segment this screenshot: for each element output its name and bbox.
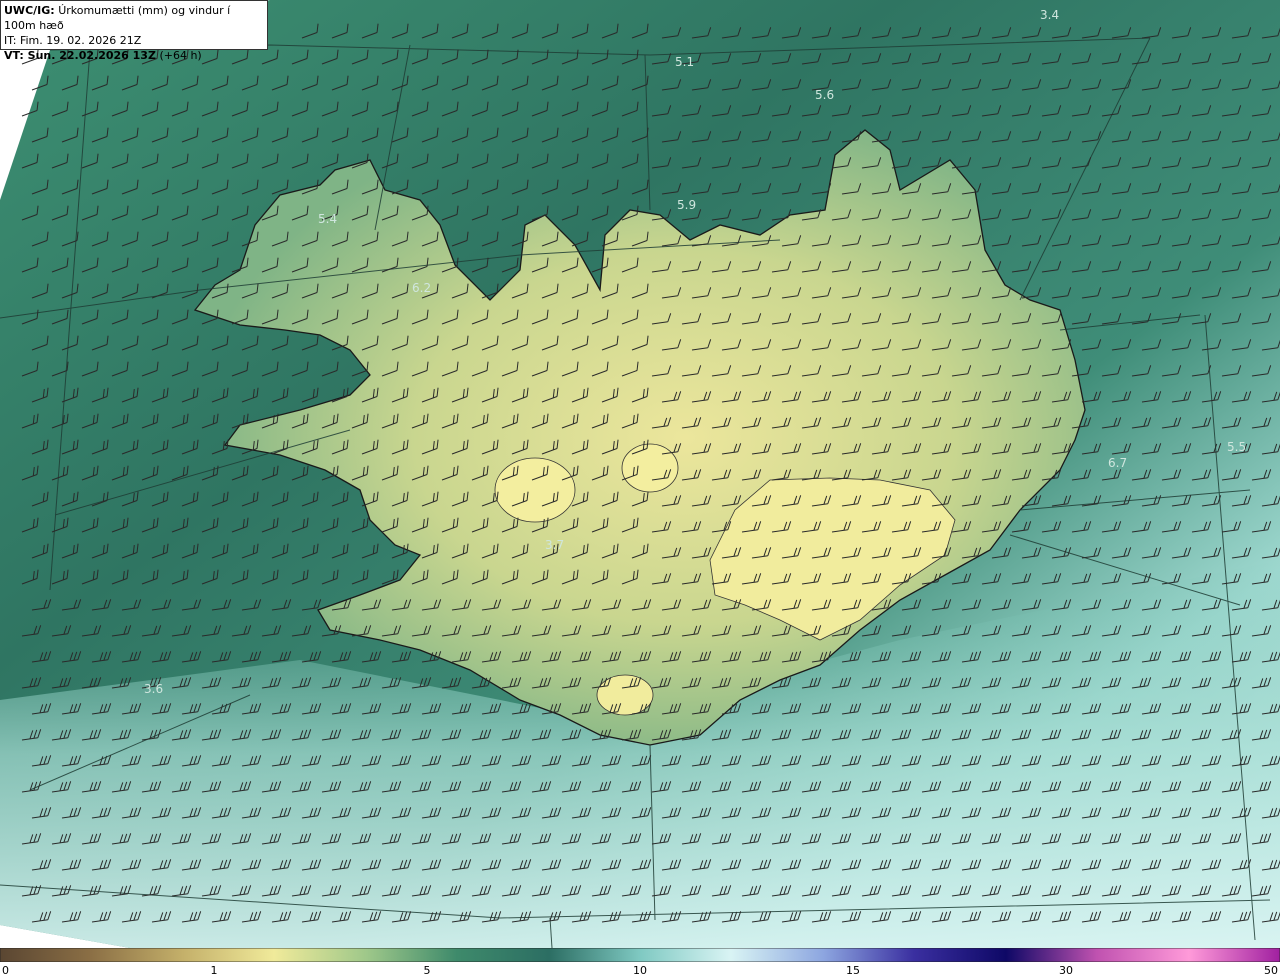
map-value-label: 3.4 [1040, 8, 1059, 22]
precip-colorbar [0, 948, 1280, 962]
valid-time: VT: Sun. 22.02.2026 13Z [4, 49, 156, 62]
colorbar-tick-label: 10 [633, 964, 647, 977]
map-value-label: 6.7 [1108, 456, 1127, 470]
initial-time: IT: Fim. 19. 02. 2026 21Z [4, 34, 142, 47]
map-value-label: 5.5 [1227, 440, 1246, 454]
map-value-label: 3.6 [144, 682, 163, 696]
map-info-box: UWC/IG: Úrkomumætti (mm) og vindur í 100… [0, 0, 268, 62]
model-name: UWC/IG: [4, 4, 55, 17]
map-value-label: 6.2 [412, 281, 431, 295]
valid-time-line: VT: Sun. 22.02.2026 13Z (+64 h) [4, 48, 264, 63]
glacier-hofsjokull [621, 443, 679, 493]
colorbar-tick-label: 5 [423, 964, 431, 977]
map-value-label: 5.4 [318, 212, 337, 226]
precipitation-wind-map: 3.4 5.1 5.6 5.4 5.9 6.2 3.7 6.7 5.5 3.6 [0, 0, 1280, 948]
map-value-label: 5.1 [675, 55, 694, 69]
colorbar-tick-label: 50 [1264, 964, 1278, 977]
map-value-label: 5.6 [815, 88, 834, 102]
map-value-label: 5.9 [677, 198, 696, 212]
info-title-line: UWC/IG: Úrkomumætti (mm) og vindur í 100… [4, 3, 264, 33]
colorbar-tick-label: 30 [1059, 964, 1073, 977]
map-value-label: 3.7 [545, 538, 564, 552]
forecast-hour: (+64 h) [159, 49, 202, 62]
colorbar-tick-label: 15 [846, 964, 860, 977]
colorbar-tick-label: 1 [210, 964, 218, 977]
colorbar-tick-label: 0 [2, 964, 9, 977]
glacier-langjokull [494, 457, 576, 523]
colorbar-ticks: 0 1 5 10 15 30 50 [0, 962, 1280, 978]
